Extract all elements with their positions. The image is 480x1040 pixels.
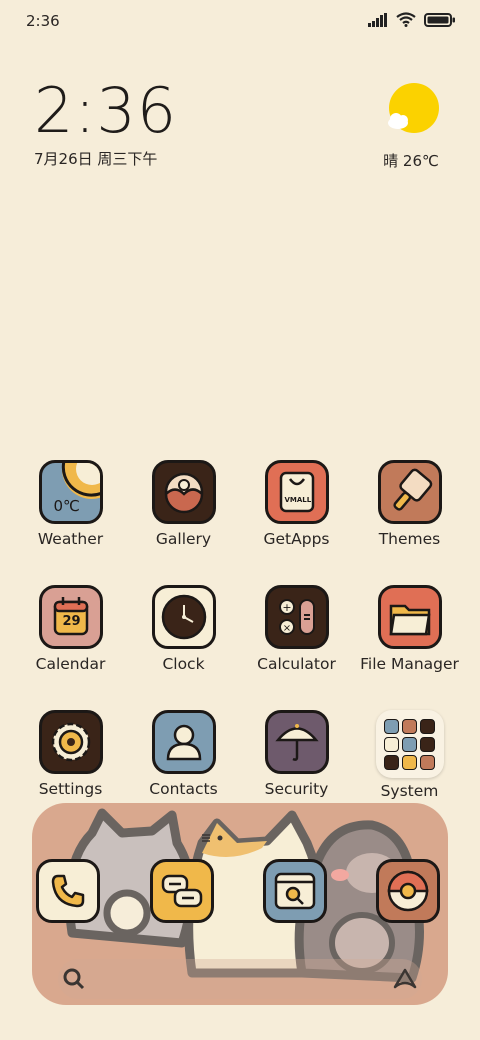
widget-date: 7月26日 周三下午 xyxy=(34,150,158,168)
app-label: Calculator xyxy=(257,655,336,673)
folder-grid-icon xyxy=(375,710,444,778)
clock-icon xyxy=(151,585,216,649)
getapps-icon-text: VMALL xyxy=(284,496,312,504)
gear-icon xyxy=(38,710,103,774)
mini-icon xyxy=(420,736,435,752)
mini-icon xyxy=(402,718,417,734)
app-themes[interactable]: Themes xyxy=(353,460,466,548)
app-label: Weather xyxy=(37,530,104,548)
app-label: Clock xyxy=(162,655,205,673)
app-label: Themes xyxy=(378,530,441,548)
app-label: Settings xyxy=(38,780,103,798)
app-getapps[interactable]: VMALL GetApps xyxy=(240,460,353,548)
mini-icon xyxy=(384,736,399,752)
widget-time: 2:36 xyxy=(34,74,178,147)
status-time: 2:36 xyxy=(26,12,60,30)
chat-bubbles-icon xyxy=(150,859,214,923)
calendar-icon: 29 xyxy=(38,585,103,649)
dock xyxy=(32,803,448,1005)
calendar-icon-text: 29 xyxy=(62,614,81,629)
clock-widget[interactable]: 2:36 7月26日 周三下午 xyxy=(34,80,177,169)
app-label: GetApps xyxy=(263,530,330,548)
phone-icon xyxy=(36,859,100,923)
browser-search-icon xyxy=(263,859,327,923)
app-calendar[interactable]: 29 Calendar xyxy=(14,585,127,673)
app-file-manager[interactable]: File Manager xyxy=(353,585,466,673)
mini-icon xyxy=(384,718,399,734)
app-weather[interactable]: 0℃ Weather xyxy=(14,460,127,548)
app-label: Gallery xyxy=(155,530,212,548)
mini-icon xyxy=(420,754,435,770)
dock-app-phone[interactable] xyxy=(36,859,100,923)
wifi-icon xyxy=(396,12,416,27)
mini-icon xyxy=(402,736,417,752)
calculator-icon: + × xyxy=(264,585,329,649)
search-bar[interactable] xyxy=(58,959,422,999)
status-bar: 2:36 xyxy=(0,0,480,42)
mini-icon xyxy=(384,754,399,770)
dock-app-browser[interactable] xyxy=(263,859,327,923)
weather-widget[interactable]: 晴 26℃ xyxy=(376,82,446,171)
app-label: System xyxy=(380,782,439,800)
paintbrush-icon xyxy=(377,460,442,524)
app-label: Security xyxy=(264,780,329,798)
app-system-folder[interactable]: System xyxy=(353,710,466,800)
app-label: Contacts xyxy=(149,780,218,798)
app-clock[interactable]: Clock xyxy=(127,585,240,673)
app-gallery[interactable]: Gallery xyxy=(127,460,240,548)
umbrella-icon xyxy=(264,710,329,774)
getapps-bag-icon: VMALL xyxy=(264,460,329,524)
app-calculator[interactable]: + × Calculator xyxy=(240,585,353,673)
weather-icon-text: 0℃ xyxy=(53,497,80,515)
dock-app-camera[interactable] xyxy=(376,859,440,923)
sun-cloud-icon xyxy=(388,83,439,133)
status-icons xyxy=(368,12,456,27)
mini-icon xyxy=(402,754,417,770)
mini-icon xyxy=(420,718,435,734)
app-label: Calendar xyxy=(35,655,106,673)
svg-text:×: × xyxy=(282,623,290,634)
person-icon xyxy=(151,710,216,774)
svg-text:+: + xyxy=(282,601,291,614)
folder-icon xyxy=(377,585,442,649)
dock-app-messages[interactable] xyxy=(150,859,214,923)
weather-icon: 0℃ xyxy=(38,460,103,524)
camera-icon xyxy=(376,859,440,923)
app-contacts[interactable]: Contacts xyxy=(127,710,240,798)
app-security[interactable]: Security xyxy=(240,710,353,798)
app-label: File Manager xyxy=(360,655,459,673)
gallery-icon xyxy=(151,460,216,524)
battery-icon xyxy=(424,12,455,27)
assistant-icon[interactable] xyxy=(392,967,418,991)
search-icon xyxy=(63,968,85,990)
weather-text: 晴 26℃ xyxy=(383,152,439,170)
page-indicator xyxy=(202,834,223,842)
app-settings[interactable]: Settings xyxy=(14,710,127,798)
signal-icon xyxy=(368,12,387,27)
